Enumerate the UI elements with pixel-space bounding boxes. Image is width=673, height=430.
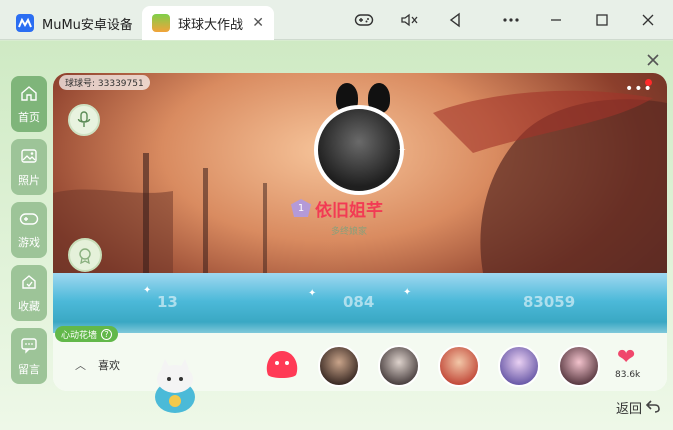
photo-icon <box>20 147 38 169</box>
friend-avatar[interactable] <box>498 345 540 387</box>
window-close-icon[interactable] <box>636 8 660 32</box>
nav-item-game[interactable]: 游戏 <box>11 202 47 258</box>
side-nav: 首页 照片 游戏 收藏 留言 <box>11 76 47 391</box>
likes-count: 83.6k <box>615 370 641 380</box>
user-name-row: 1 依旧姐芊 <box>291 197 383 221</box>
profile-card: 球球号: 33339751 ••• 1 依旧姐芊 多终娘家 13 084 830… <box>53 73 667 391</box>
user-sub-label: 多终娘家 <box>331 227 368 237</box>
tab-qiuqiu[interactable]: 球球大作战 ✕ <box>142 6 274 40</box>
return-arrow-icon <box>645 399 661 417</box>
chevron-up-icon: ︿ <box>75 359 86 372</box>
nav-label: 留言 <box>18 362 40 376</box>
more-icon[interactable] <box>499 8 523 32</box>
sparkle-icon: ✦ <box>308 288 317 299</box>
friend-avatar[interactable] <box>318 345 360 387</box>
friend-avatar[interactable] <box>378 345 420 387</box>
nav-label: 游戏 <box>18 235 40 249</box>
panel-close-icon[interactable] <box>646 48 660 72</box>
user-name: 依旧姐芊 <box>315 200 383 221</box>
tab-mumu[interactable]: MuMu安卓设备 <box>6 6 142 40</box>
sparkle-icon: ✦ <box>143 285 152 296</box>
sparkle-icon: ✦ <box>403 287 412 298</box>
stat-left: 13 <box>157 293 178 311</box>
achievement-badge-icon[interactable] <box>68 238 102 272</box>
nav-label: 首页 <box>18 110 40 124</box>
gamepad-icon[interactable] <box>352 8 376 32</box>
ghost-mascot-icon <box>266 351 298 378</box>
nav-item-photo[interactable]: 照片 <box>11 139 47 195</box>
back-label: 返回 <box>616 402 643 417</box>
maximize-icon[interactable] <box>590 8 614 32</box>
mumu-logo-icon <box>16 14 34 32</box>
cat-mascot-icon <box>155 359 195 413</box>
nav-item-home[interactable]: 首页 <box>11 76 47 132</box>
message-icon <box>20 336 38 358</box>
heart-wall-button[interactable]: 心动花墙 ? <box>55 326 119 342</box>
nav-label: 照片 <box>18 173 40 187</box>
gamepad-icon <box>19 211 39 231</box>
uid-label: 球球号: 33339751 <box>59 75 150 90</box>
tab-label: MuMu安卓设备 <box>42 17 132 33</box>
friend-avatar[interactable] <box>438 345 480 387</box>
likes-toggle[interactable]: ︿ 喜欢 <box>75 357 120 373</box>
notification-dot <box>645 79 652 86</box>
level-badge-icon: 1 <box>291 199 311 217</box>
nav-item-favorites[interactable]: 收藏 <box>11 265 47 321</box>
back-triangle-icon[interactable] <box>443 8 467 32</box>
volume-mute-icon[interactable] <box>398 8 422 32</box>
profile-avatar[interactable] <box>314 105 404 195</box>
qiuqiu-logo-icon <box>152 14 170 32</box>
stat-right: 83059 <box>523 293 576 311</box>
sparkle-icon: ✦ <box>398 145 407 156</box>
tab-label: 球球大作战 <box>178 17 244 33</box>
friend-avatar[interactable] <box>558 345 600 387</box>
microphone-button[interactable] <box>68 104 100 136</box>
bookmark-icon <box>20 273 38 295</box>
nav-label: 收藏 <box>18 299 40 313</box>
heart-icon[interactable]: ❤ <box>617 345 635 370</box>
minimize-icon[interactable] <box>544 8 568 32</box>
home-icon <box>20 84 38 106</box>
heart-wall-label: 心动花墙 <box>61 330 98 341</box>
microphone-icon <box>77 111 91 127</box>
help-icon[interactable]: ? <box>101 328 113 340</box>
tab-close-icon[interactable]: ✕ <box>252 15 264 31</box>
likes-label: 喜欢 <box>98 359 120 372</box>
nav-item-message[interactable]: 留言 <box>11 328 47 384</box>
title-bar: MuMu安卓设备 球球大作战 ✕ <box>0 0 673 40</box>
stat-mid: 084 <box>343 293 375 311</box>
back-button[interactable]: 返回 <box>616 398 661 417</box>
